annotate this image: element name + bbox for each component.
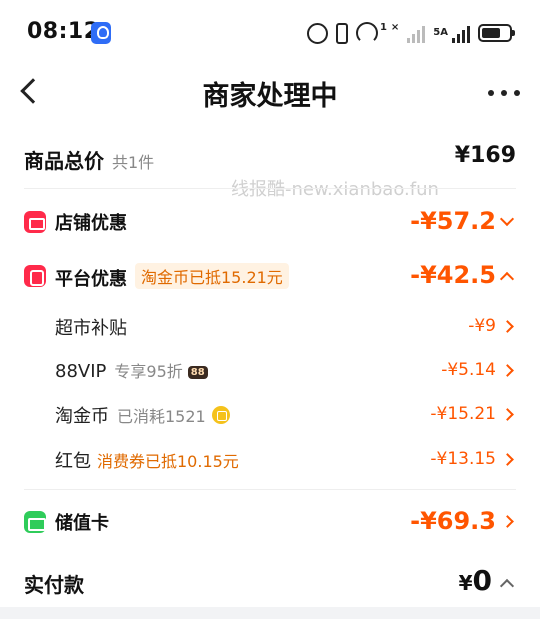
item-note: 已消耗1521 <box>117 407 206 426</box>
chevron-right-icon[interactable] <box>501 364 514 377</box>
item-label: 88VIP <box>55 361 107 382</box>
chevron-right-icon[interactable] <box>501 320 514 333</box>
item-label: 超市补贴 <box>55 318 127 339</box>
chevron-up-icon[interactable] <box>499 578 515 594</box>
coin-deduction-tag: 淘金币已抵15.21元 <box>135 263 289 289</box>
item-amount: -¥9 <box>468 316 496 336</box>
more-options-icon[interactable] <box>488 90 520 96</box>
actual-payment-label: 实付款 <box>24 573 84 597</box>
chevron-right-icon[interactable] <box>501 453 514 466</box>
item-label: 淘金币 <box>55 406 109 427</box>
no-sim-mark: × <box>390 21 400 33</box>
item-note: 专享95折 <box>114 362 183 381</box>
total-amount: ¥169 <box>454 143 516 168</box>
vip-88-badge: 88 <box>187 366 208 379</box>
divider <box>24 188 516 189</box>
platform-discount-amount: -¥42.5 <box>410 261 496 289</box>
signal-weak-icon <box>407 23 426 43</box>
list-item[interactable]: 红包 消费券已抵10.15元 -¥13.15 <box>0 443 540 477</box>
total-row: 商品总价 共1件 ¥169 <box>0 140 540 180</box>
item-amount: -¥15.21 <box>430 404 496 424</box>
total-label: 商品总价 <box>24 149 104 173</box>
platform-discount-label: 平台优惠 <box>55 269 127 290</box>
stored-card-row[interactable]: 储值卡 -¥69.3 <box>0 502 540 542</box>
divider <box>24 489 516 490</box>
battery-icon <box>478 24 515 42</box>
status-icons: 1 × 5A <box>306 20 515 46</box>
hotspot-icon <box>355 22 378 44</box>
alarm-icon <box>306 22 328 44</box>
status-time: 08:12 <box>27 19 100 44</box>
stored-card-amount: -¥69.3 <box>410 507 496 535</box>
store-discount-label: 店铺优惠 <box>55 213 127 234</box>
actual-payment-row[interactable]: 实付款 ¥0 <box>0 562 540 602</box>
item-count: 共1件 <box>112 153 155 172</box>
item-amount: -¥13.15 <box>430 449 496 469</box>
platform-discount-row[interactable]: 平台优惠 淘金币已抵15.21元 -¥42.5 <box>0 256 540 296</box>
actual-payment-amount: 0 <box>472 564 492 597</box>
item-note: 消费券已抵10.15元 <box>97 452 239 471</box>
signal-strong-icon <box>452 23 470 43</box>
list-item[interactable]: 88VIP 专享95折 88 -¥5.14 <box>0 354 540 388</box>
network-type: 5A <box>433 27 448 38</box>
store-discount-row[interactable]: 店铺优惠 -¥57.2 <box>0 202 540 242</box>
item-amount: -¥5.14 <box>441 360 496 380</box>
currency-symbol: ¥ <box>458 571 473 595</box>
list-item[interactable]: 淘金币 已消耗1521 -¥15.21 <box>0 398 540 432</box>
stored-card-label: 储值卡 <box>55 513 109 534</box>
status-bar: 08:12 1 × 5A <box>0 0 540 64</box>
store-icon <box>24 211 46 233</box>
store-discount-amount: -¥57.2 <box>410 207 496 235</box>
item-label: 红包 <box>55 451 91 472</box>
bottom-strip <box>0 607 540 619</box>
page-title: 商家处理中 <box>202 81 338 112</box>
chevron-right-icon[interactable] <box>501 408 514 421</box>
chevron-up-icon[interactable] <box>499 271 515 287</box>
chevron-down-icon[interactable] <box>499 211 515 227</box>
platform-icon <box>24 265 46 287</box>
bulb-notification-icon <box>91 22 111 44</box>
vibrate-icon <box>335 22 348 44</box>
hotspot-count: 1 <box>379 21 387 33</box>
coin-icon <box>211 406 230 424</box>
list-item[interactable]: 超市补贴 -¥9 <box>0 310 540 344</box>
chevron-right-icon[interactable] <box>501 515 514 528</box>
page-header: 商家处理中 <box>0 64 540 122</box>
card-icon <box>24 511 46 533</box>
